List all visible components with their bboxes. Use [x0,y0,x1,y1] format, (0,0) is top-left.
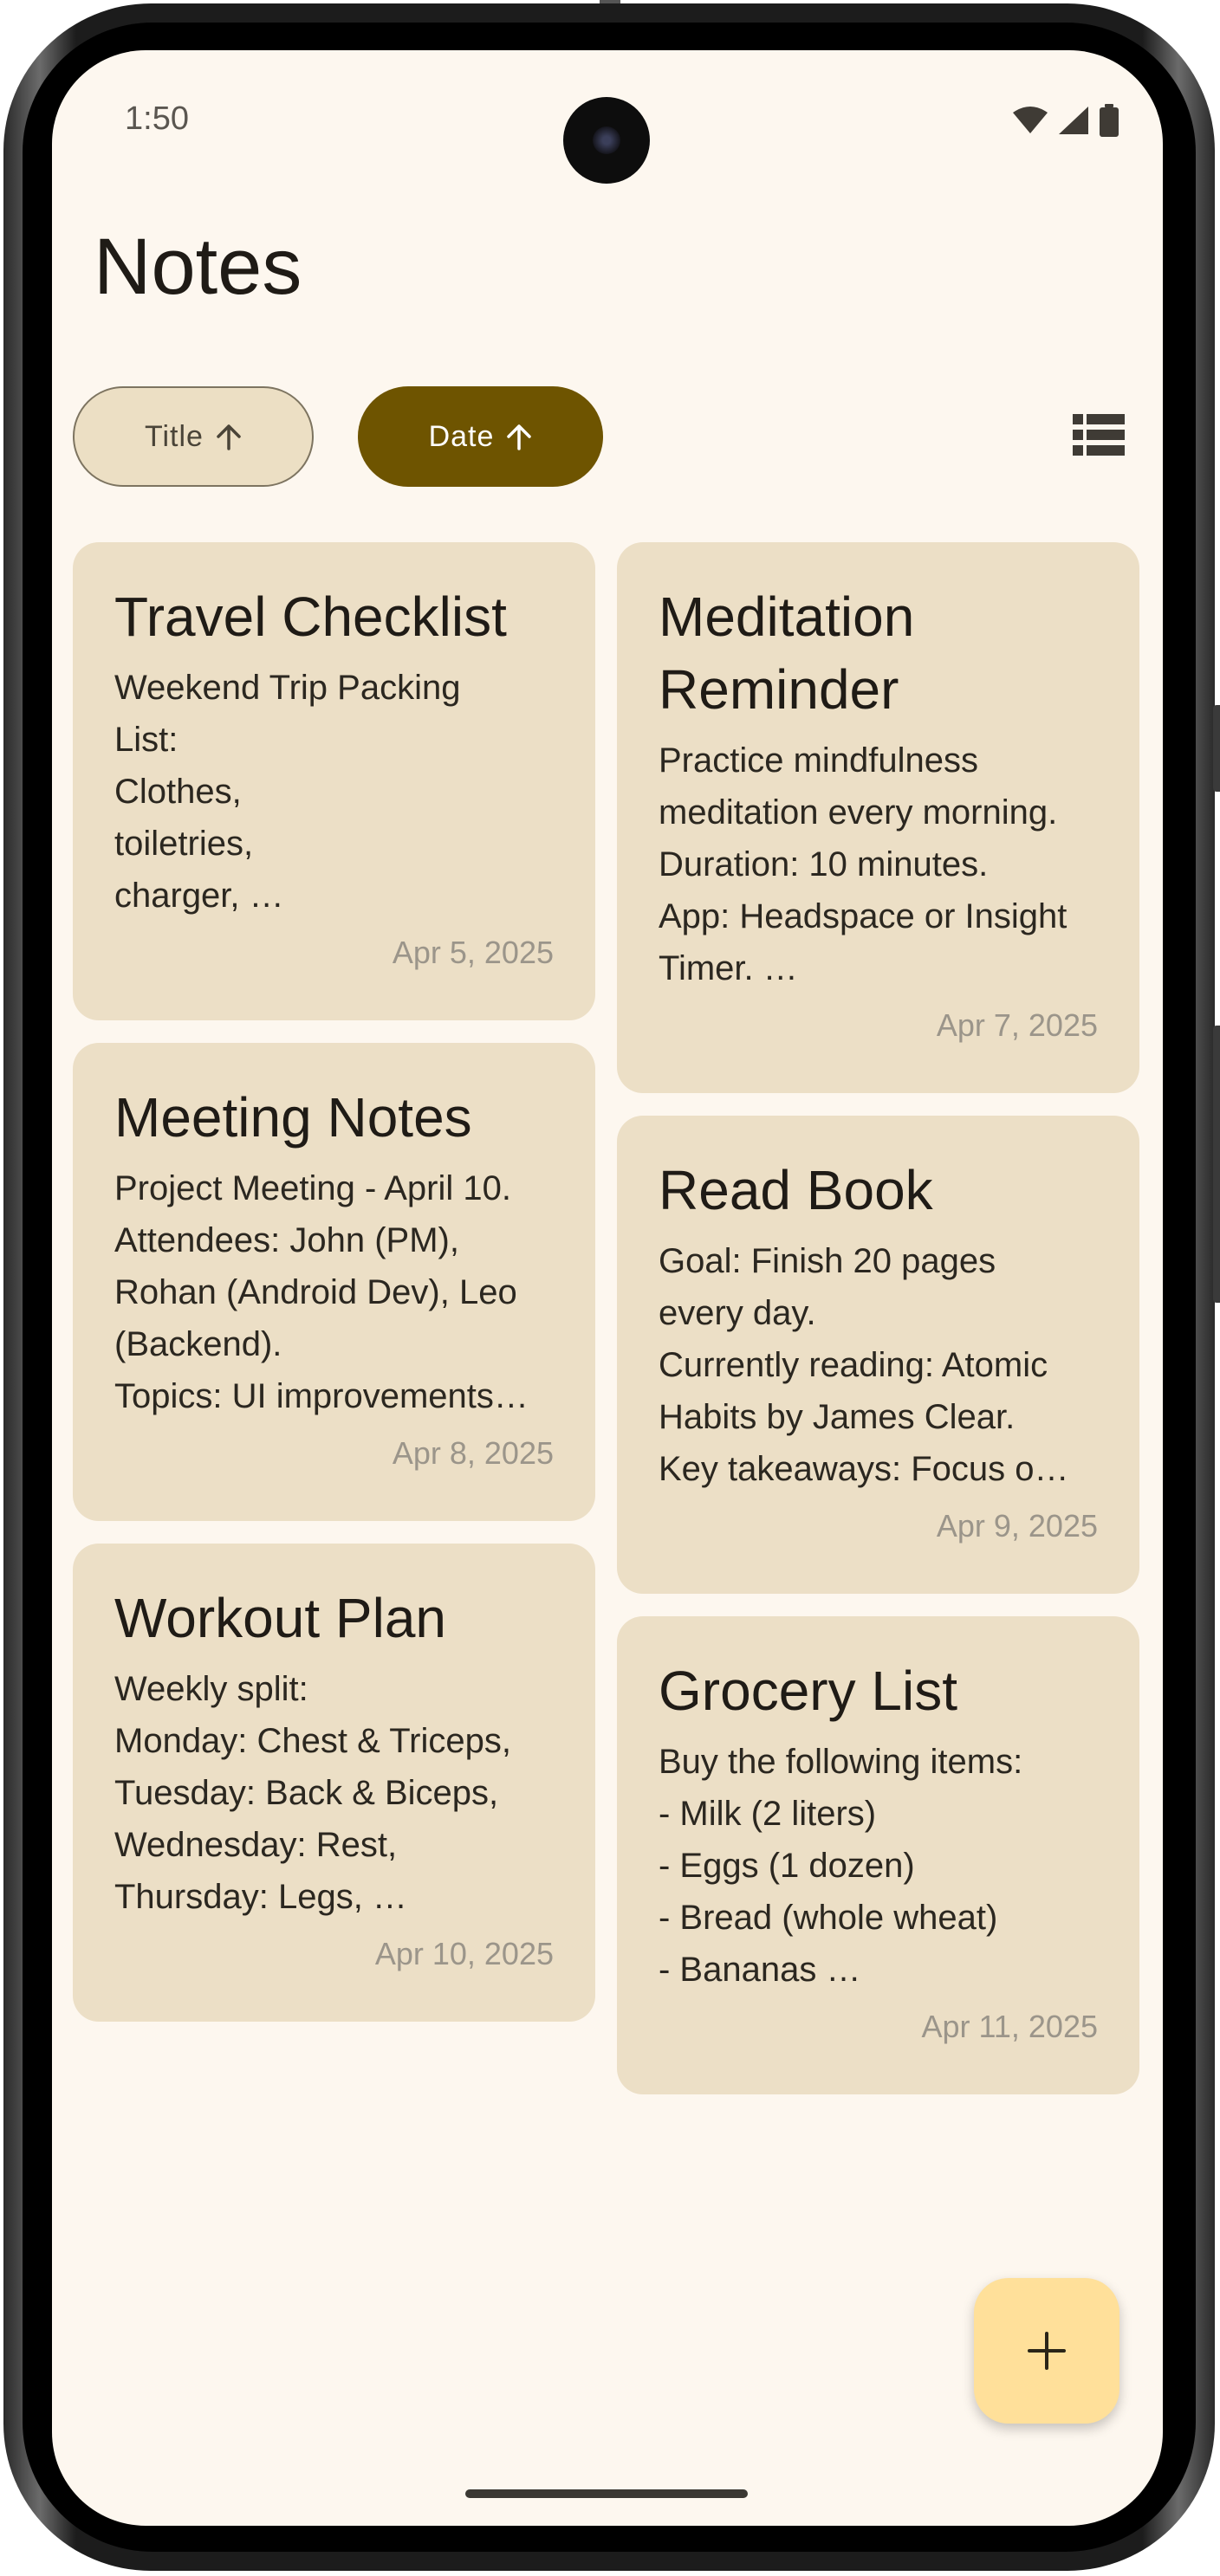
front-camera [563,97,650,184]
add-note-button[interactable] [974,2278,1119,2424]
arrow-up-icon [507,424,532,450]
note-card-workout-plan[interactable]: Workout Plan Weekly split: Monday: Chest… [73,1544,595,2022]
note-title: Workout Plan [114,1587,446,1649]
title-chip-label: Title [145,419,204,453]
note-date: Apr 11, 2025 [921,2009,1098,2044]
note-title: Read Book [659,1159,933,1221]
note-body: Practice mindfulness meditation every mo… [659,741,1068,987]
sort-by-date-chip[interactable]: Date [358,386,603,487]
battery-icon [1100,104,1119,137]
phone-frame: 1:50 Notes Title Date Travel Checklist W… [0,0,1220,2576]
note-card-grocery-list[interactable]: Grocery List Buy the following items: - … [617,1616,1139,2094]
note-card-read-book[interactable]: Read Book Goal: Finish 20 pages every da… [617,1116,1139,1594]
sort-by-title-chip[interactable]: Title [73,386,314,487]
notes-column-right: Meditation Reminder Practice mindfulness… [617,542,1139,2117]
notes-column-left: Travel Checklist Weekend Trip Packing Li… [73,542,595,2044]
note-card-meeting-notes[interactable]: Meeting Notes Project Meeting - April 10… [73,1043,595,1521]
wifi-icon [1013,107,1048,133]
note-body: Weekend Trip Packing List: Clothes, toil… [114,669,461,915]
page-title: Notes [94,223,302,311]
signal-icon [1059,107,1088,134]
note-title: Meditation Reminder [659,586,915,721]
volume-button [1213,1026,1220,1303]
note-date: Apr 8, 2025 [392,1435,554,1471]
note-date: Apr 7, 2025 [936,1007,1098,1043]
layout-toggle-button[interactable] [1073,412,1125,461]
note-card-travel-checklist[interactable]: Travel Checklist Weekend Trip Packing Li… [73,542,595,1020]
note-body: Project Meeting - April 10. Attendees: J… [114,1169,529,1415]
note-card-meditation-reminder[interactable]: Meditation Reminder Practice mindfulness… [617,542,1139,1093]
note-title: Meeting Notes [114,1086,472,1149]
note-body: Weekly split: Monday: Chest & Triceps, T… [114,1670,511,1916]
note-body: Buy the following items: - Milk (2 liter… [659,1743,1023,1989]
note-title: Grocery List [659,1660,957,1722]
note-date: Apr 10, 2025 [374,1936,554,1971]
note-date: Apr 9, 2025 [936,1508,1098,1544]
status-icons [1012,104,1119,137]
note-body: Goal: Finish 20 pages every day. Current… [659,1242,1069,1488]
home-indicator[interactable] [465,2489,748,2498]
power-button [1213,705,1220,792]
plus-icon [1028,2332,1066,2370]
app-screen: 1:50 Notes Title Date Travel Checklist W… [52,50,1163,2526]
status-time: 1:50 [125,100,189,137]
date-chip-label: Date [428,419,495,453]
note-title: Travel Checklist [114,586,507,648]
note-date: Apr 5, 2025 [392,935,554,970]
list-view-icon [1073,414,1125,456]
arrow-up-icon [217,424,241,450]
